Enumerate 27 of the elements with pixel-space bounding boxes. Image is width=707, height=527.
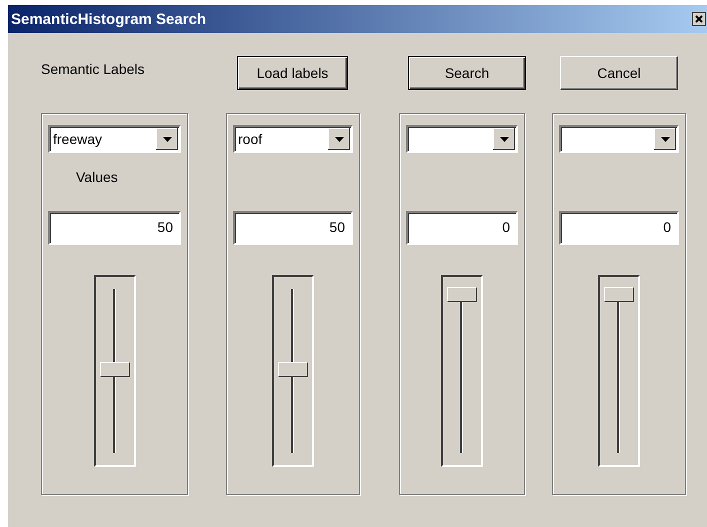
value-field[interactable]: 50: [233, 211, 353, 245]
vertical-slider[interactable]: [272, 275, 314, 467]
label-dropdown[interactable]: freeway: [48, 125, 181, 153]
values-label: Values: [76, 169, 118, 185]
dialog-button[interactable]: Search: [408, 56, 526, 90]
label-dropdown[interactable]: [406, 125, 518, 153]
dialog-button[interactable]: Load labels: [237, 56, 348, 90]
window-title: SemanticHistogram Search: [11, 10, 206, 28]
value-field[interactable]: 50: [48, 211, 181, 245]
vertical-slider[interactable]: [94, 275, 136, 467]
dropdown-arrow-icon: [660, 136, 670, 142]
label-dropdown[interactable]: roof: [233, 125, 353, 153]
slider-thumb[interactable]: [447, 287, 477, 302]
vertical-slider[interactable]: [441, 275, 483, 467]
label-dropdown[interactable]: [559, 125, 679, 153]
close-icon[interactable]: [692, 12, 706, 26]
slider-thumb[interactable]: [604, 287, 634, 302]
slider-thumb[interactable]: [278, 362, 308, 377]
vertical-slider[interactable]: [598, 275, 640, 467]
dialog-button[interactable]: Cancel: [560, 56, 678, 90]
value-field[interactable]: 0: [559, 211, 679, 245]
dropdown-arrow-icon: [334, 136, 344, 142]
dropdown-arrow-icon: [162, 136, 172, 142]
dropdown-arrow-icon: [500, 136, 508, 142]
value-field[interactable]: 0: [406, 211, 518, 245]
slider-thumb[interactable]: [100, 362, 130, 377]
section-label: Semantic Labels: [41, 61, 146, 77]
